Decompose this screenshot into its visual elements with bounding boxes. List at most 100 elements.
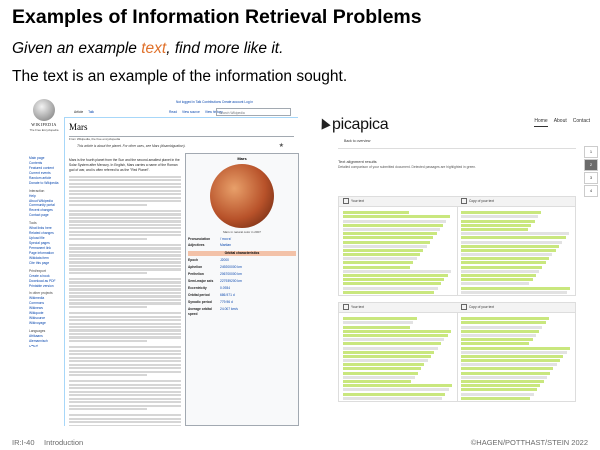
match-header[interactable]: Copy of your text: [457, 303, 575, 313]
sidebar-link[interactable]: Wikimedia Commons: [29, 296, 60, 306]
plain-passage: [343, 244, 427, 248]
document-icon: [343, 304, 349, 311]
article-text-line: [69, 182, 181, 185]
match-header[interactable]: Copy of your text: [457, 197, 575, 207]
article-text-line: [69, 339, 148, 343]
article-text-line: [69, 288, 181, 291]
highlighted-passage: [343, 215, 450, 219]
plain-passage: [461, 232, 569, 236]
tab-view-source[interactable]: View source: [182, 110, 200, 116]
article-text-line: [69, 383, 181, 386]
tab-read[interactable]: Read: [169, 110, 177, 116]
plain-passage: [461, 253, 553, 257]
plain-passage: [343, 269, 451, 273]
highlighted-passage: [343, 380, 412, 383]
plain-passage: [343, 375, 415, 379]
alignment-pair: Your text Copy of your text: [338, 302, 576, 402]
article-text-line: [69, 360, 181, 363]
wikipedia-sidebar-nav: Main page Contents Featured content Current…: [29, 156, 60, 349]
results-description: Detailed comparison of your submitted do…: [338, 165, 477, 170]
wikipedia-screenshot: WIKIPEDIA The Free Encyclopedia Not logg…: [26, 96, 302, 426]
article-text-line: [69, 237, 148, 240]
infobox-row: Synodic period 779.96 d: [188, 300, 296, 305]
article-text-line: [69, 312, 181, 315]
picapica-brand: picapica: [332, 116, 389, 133]
sidebar-link[interactable]: Download as PDF: [29, 279, 60, 284]
article-hatnote: This article is about the planet. For ot…: [77, 144, 186, 148]
column-label: Your text: [351, 305, 364, 309]
source-header[interactable]: Your text: [339, 303, 457, 313]
article-text-line: [69, 305, 148, 309]
highlighted-passage: [343, 363, 425, 367]
plain-passage: [461, 269, 540, 273]
mars-image[interactable]: [210, 164, 274, 228]
plain-passage: [343, 227, 440, 231]
menu-contact[interactable]: Contact: [573, 118, 590, 127]
source-column: Your text: [339, 197, 458, 295]
sidebar-link[interactable]: አማርኛ: [29, 344, 60, 349]
article-text-line: [69, 284, 181, 288]
sidebar-link[interactable]: Contact page: [29, 213, 60, 218]
picapica-pager: 1234: [584, 146, 598, 198]
wikipedia-logo[interactable]: WIKIPEDIA The Free Encyclopedia: [29, 99, 59, 132]
tab-talk[interactable]: Talk: [88, 110, 94, 116]
highlighted-passage: [461, 219, 535, 223]
infobox-section-heading: Orbital characteristics: [188, 251, 296, 257]
tab-article[interactable]: Article: [74, 110, 84, 116]
infobox-key: Epoch: [188, 258, 199, 263]
wikipedia-article: Mars From Wikipedia, the free encycloped…: [64, 117, 299, 426]
pager-item[interactable]: 4: [584, 185, 598, 197]
highlighted-passage: [343, 282, 441, 286]
pager-item[interactable]: 1: [584, 146, 598, 158]
highlighted-passage: [461, 329, 540, 333]
highlighted-passage: [461, 248, 556, 252]
article-text-line: [69, 408, 148, 411]
highlighted-passage: [343, 274, 448, 277]
highlighted-passage: [461, 261, 546, 265]
sidebar-link[interactable]: Donate to Wikipedia: [29, 181, 60, 186]
wikipedia-top-links[interactable]: Not logged in Talk Contributions Create …: [176, 100, 253, 105]
sidebar-link[interactable]: Wikivoyage: [29, 321, 60, 326]
article-body: Mars is the fourth planet from the Sun a…: [69, 158, 181, 426]
highlighted-passage: [343, 240, 430, 244]
wikipedia-search-input[interactable]: Search Wikipedia: [216, 108, 291, 116]
menu-about[interactable]: About: [554, 118, 567, 127]
picapica-logo[interactable]: picapica: [318, 113, 389, 137]
pager-item[interactable]: 2: [584, 159, 598, 171]
passage-text: [457, 207, 575, 298]
highlighted-passage: [461, 236, 566, 240]
plain-passage: [343, 321, 414, 325]
article-text-line: [69, 281, 181, 284]
highlighted-passage: [343, 333, 448, 337]
plain-passage: [461, 363, 557, 367]
article-text-line: [69, 196, 181, 199]
subtitle-pre: Given an example: [12, 40, 142, 57]
article-tagline: From Wikipedia, the free encyclopedia: [69, 136, 121, 141]
wikipedia-brand-sub: The Free Encyclopedia: [29, 128, 59, 132]
sidebar-link[interactable]: Cite this page: [29, 261, 60, 266]
infobox-key: Aphelion: [188, 265, 203, 270]
article-text-line: [69, 179, 181, 182]
highlighted-passage: [343, 371, 418, 375]
sidebar-link[interactable]: Printable version: [29, 284, 60, 289]
plain-passage: [461, 392, 534, 396]
highlighted-passage: [461, 346, 570, 350]
menu-home[interactable]: Home: [534, 118, 548, 127]
footer-page: IR:I-40: [12, 438, 35, 447]
source-header[interactable]: Your text: [339, 197, 457, 207]
highlighted-passage: [461, 265, 543, 269]
document-icon: [461, 304, 467, 311]
highlighted-passage: [461, 223, 532, 227]
document-icon: [343, 198, 349, 205]
article-text-line: [69, 394, 181, 397]
article-text-line: [69, 200, 181, 203]
back-to-overview-link[interactable]: Back to overview: [338, 136, 576, 150]
article-text-line: [69, 295, 181, 298]
picapica-screenshot: picapica Home About Contact Back to over…: [312, 102, 598, 422]
plain-passage: [461, 215, 538, 219]
article-text-line: [69, 186, 181, 189]
pager-item[interactable]: 3: [584, 172, 598, 184]
plain-passage: [461, 350, 567, 354]
picapica-menu: Home About Contact: [534, 118, 590, 127]
article-text-line: [69, 370, 181, 373]
